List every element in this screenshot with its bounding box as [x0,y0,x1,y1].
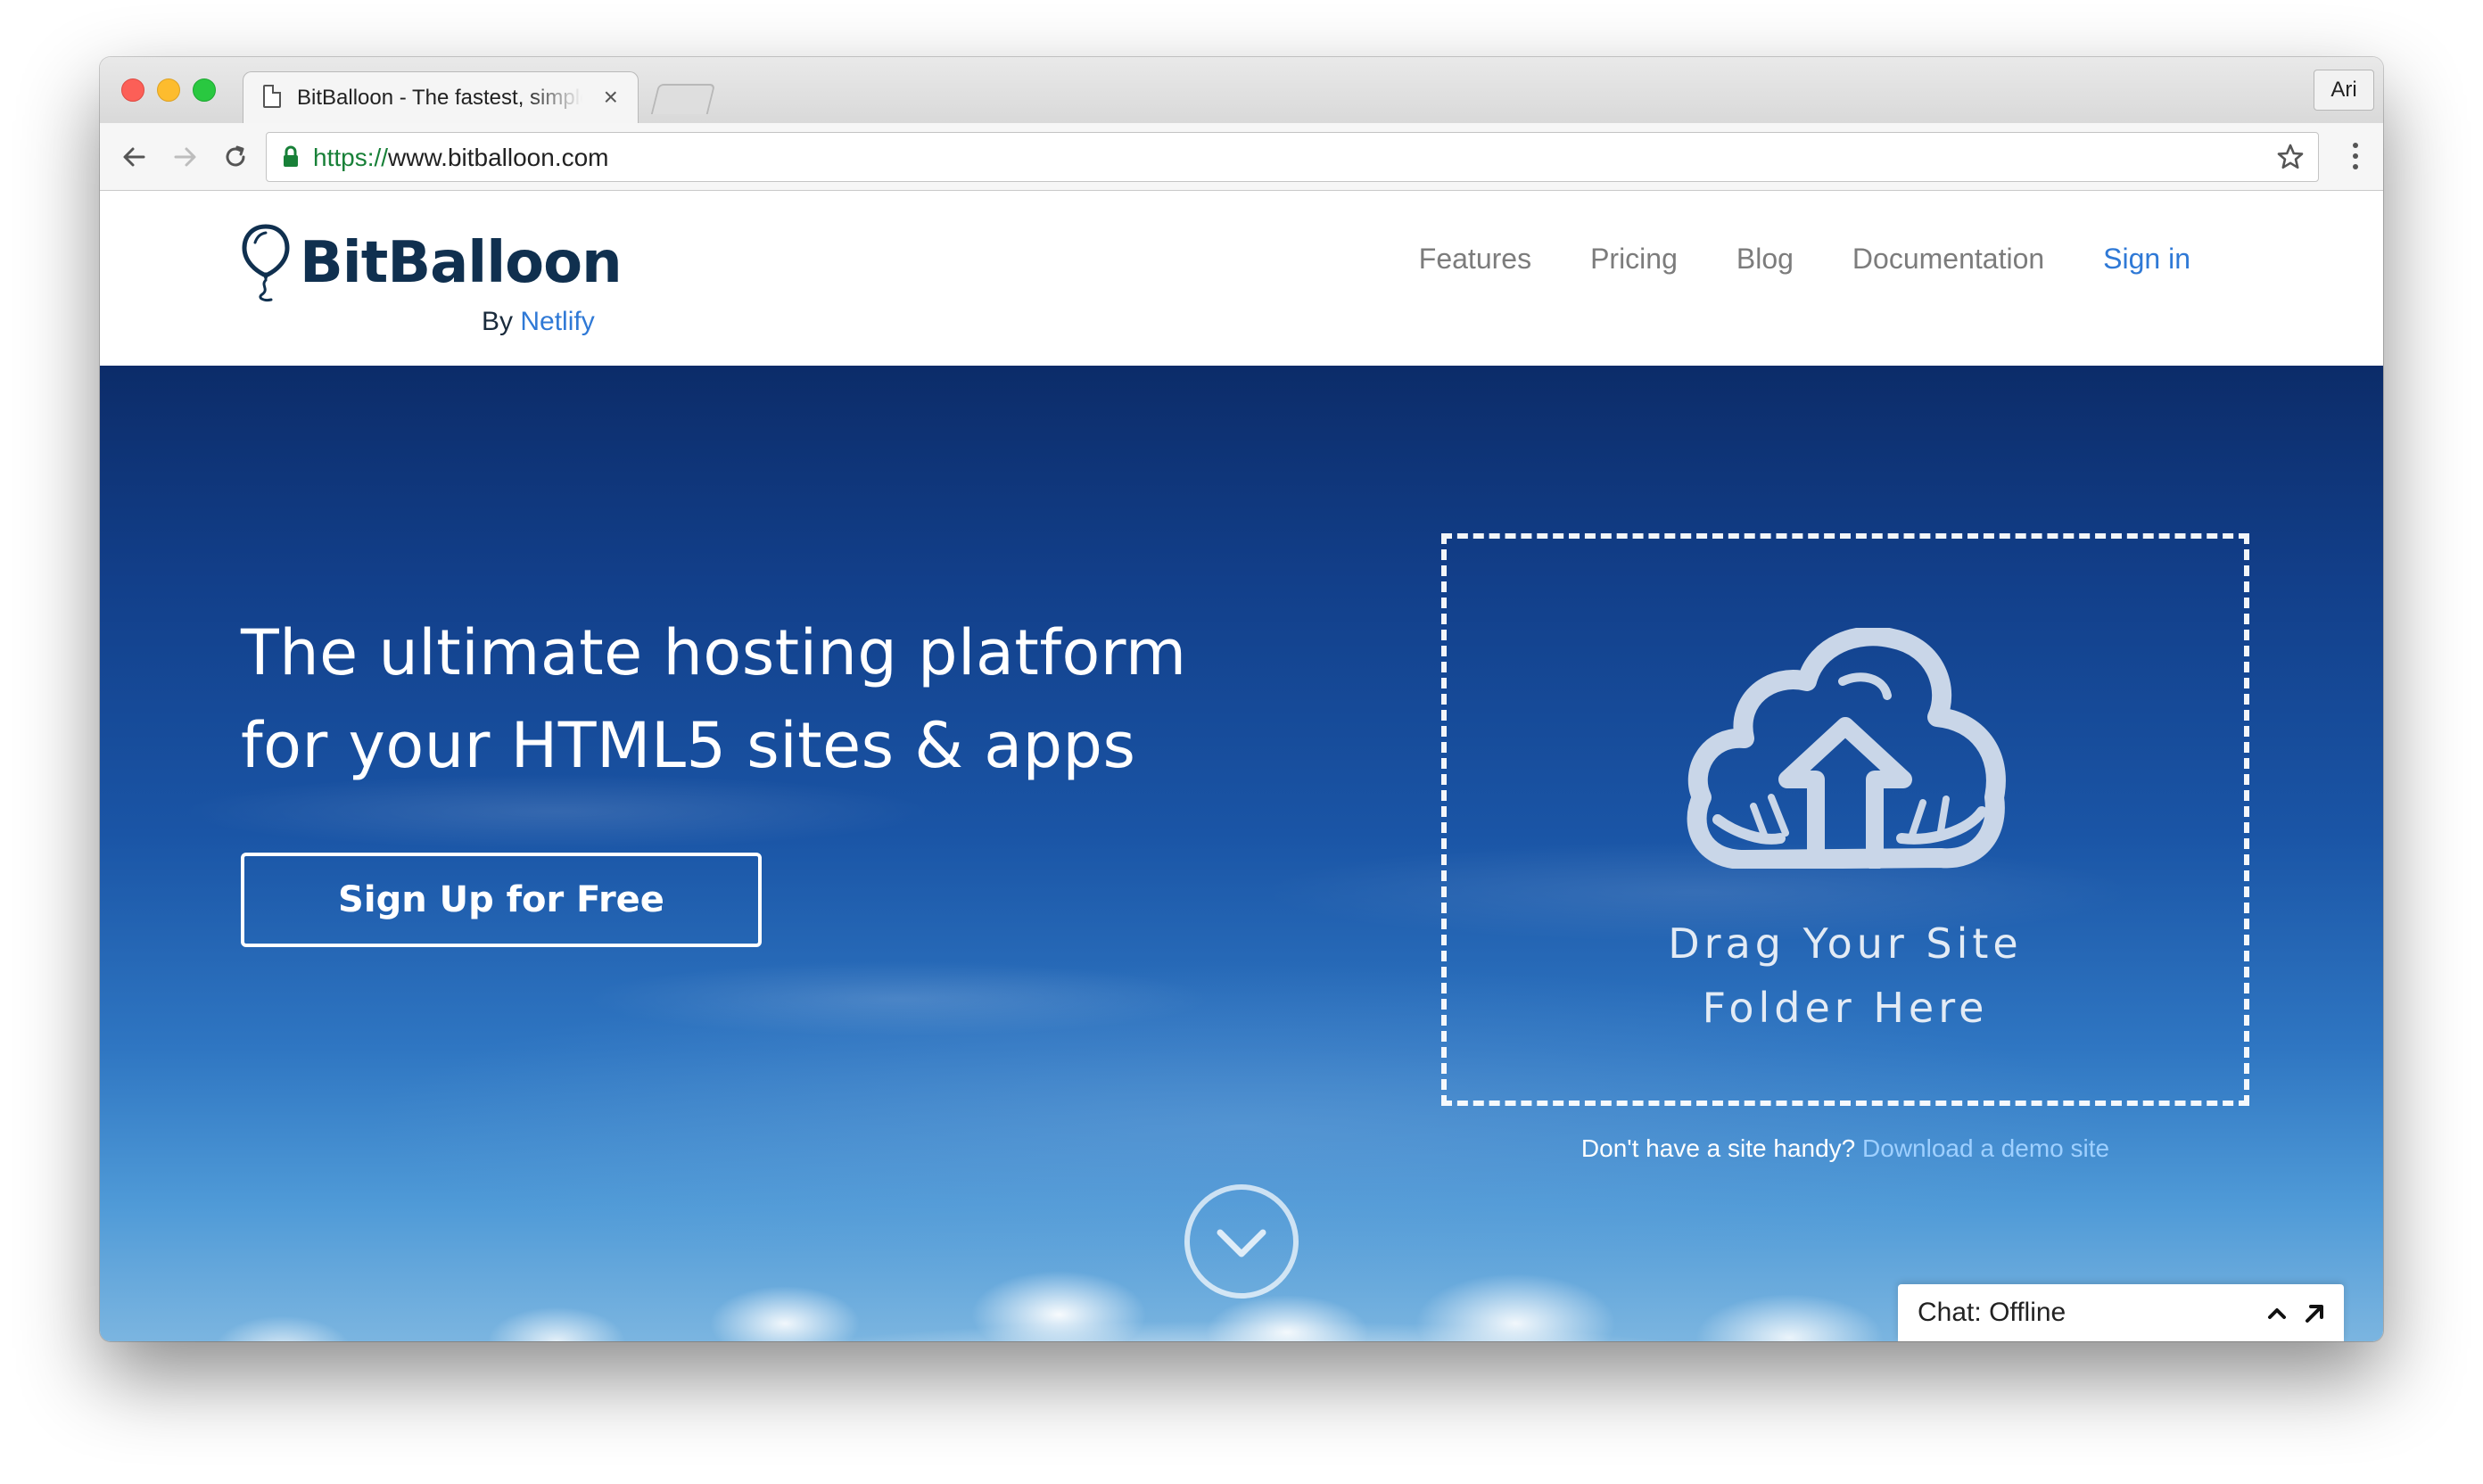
lock-icon [284,145,298,167]
main-nav: Features Pricing Blog Documentation Sign… [1419,243,2190,276]
tab-bar: BitBalloon - The fastest, simplest way t… [100,57,2383,123]
menu-dots-icon[interactable] [2353,143,2360,175]
chat-controls [2265,1302,2326,1325]
chat-status-value: Offline [1989,1298,2066,1327]
url-host: www.bitballoon.com [388,144,609,171]
reload-icon [226,145,245,167]
address-bar[interactable]: https://www.bitballoon.com [266,132,2319,182]
drop-instructions: Drag Your Site Folder Here [1447,911,2244,1040]
browser-toolbar: https://www.bitballoon.com [100,123,2383,191]
forward-arrow-icon [174,147,196,167]
chat-label: Chat: [1918,1298,1982,1327]
demo-site-prompt: Don't have a site handy? Download a demo… [1441,1134,2249,1163]
reload-button[interactable] [216,137,255,177]
tab-title: BitBalloon - The fastest, simplest way t… [297,86,582,110]
by-label: By [482,307,514,336]
chat-widget[interactable]: Chat: Offline [1898,1284,2344,1341]
chat-status: Chat: Offline [1918,1284,2066,1341]
browser-window: BitBalloon - The fastest, simplest way t… [100,57,2383,1341]
download-demo-link[interactable]: Download a demo site [1862,1134,2109,1162]
drop-line-1: Drag Your Site [1668,919,2023,968]
back-button[interactable] [114,137,153,177]
scroll-down-button[interactable] [1184,1184,1299,1298]
url-scheme: https:// [313,144,389,171]
hero-section: The ultimate hosting platform for your H… [100,366,2383,1341]
logo-wordmark: BitBalloon [300,230,623,296]
window-minimize-button[interactable] [157,78,180,102]
nav-features[interactable]: Features [1419,243,1531,276]
headline-line-1: The ultimate hosting platform [241,616,1187,689]
back-arrow-icon [123,147,145,167]
logo-byline: By Netlify [482,307,595,337]
sign-up-button[interactable]: Sign Up for Free [241,853,762,947]
browser-tab[interactable]: BitBalloon - The fastest, simplest way t… [243,71,639,123]
url-text[interactable]: https://www.bitballoon.com [313,133,609,183]
new-tab-button[interactable] [650,84,716,114]
nav-blog[interactable]: Blog [1736,243,1794,276]
nav-pricing[interactable]: Pricing [1590,243,1678,276]
chevron-up-icon[interactable] [2265,1302,2289,1325]
demo-prefix: Don't have a site handy? [1580,1134,1856,1162]
netlify-link[interactable]: Netlify [520,307,594,336]
drop-line-2: Folder Here [1702,984,1989,1032]
page-icon [263,85,281,108]
headline-line-2: for your HTML5 sites & apps [241,709,1136,782]
forward-button[interactable] [166,137,205,177]
cloud-upload-icon [1687,628,2006,869]
nav-sign-in[interactable]: Sign in [2103,243,2190,276]
chevron-down-circle-icon [1217,1229,1266,1257]
balloon-logo-icon [242,224,290,301]
hero-headline: The ultimate hosting platform for your H… [241,606,1222,792]
window-maximize-button[interactable] [193,78,216,102]
popout-arrow-icon[interactable] [2303,1302,2326,1325]
profile-button[interactable]: Ari [2314,70,2374,111]
window-close-button[interactable] [121,78,144,102]
site-header: BitBalloon By Netlify Features Pricing B… [100,191,2383,366]
site-dropzone[interactable]: Drag Your Site Folder Here [1441,533,2249,1106]
tab-close-button[interactable]: × [604,83,618,111]
star-icon[interactable] [2275,142,2306,172]
nav-documentation[interactable]: Documentation [1852,243,2044,276]
